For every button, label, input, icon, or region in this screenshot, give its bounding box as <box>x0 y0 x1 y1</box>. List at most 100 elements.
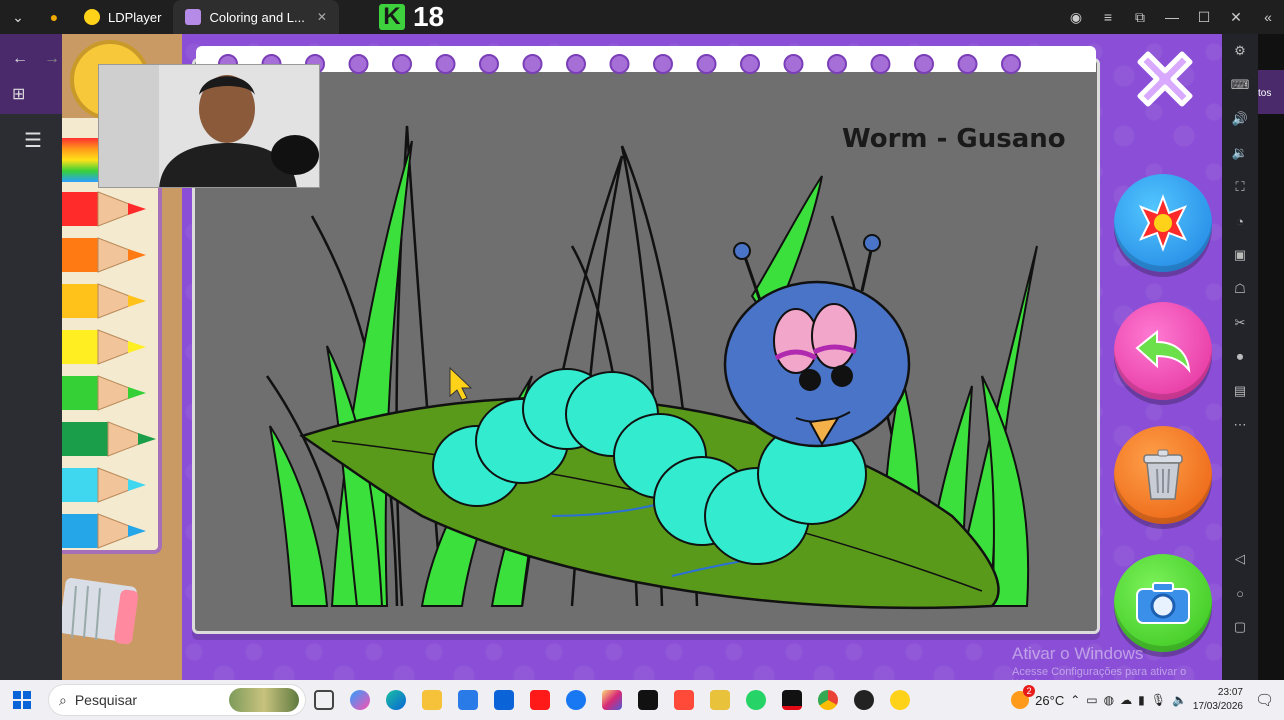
tab-coloring[interactable]: Coloring and L... ✕ <box>173 0 339 34</box>
edge-icon[interactable] <box>378 680 414 720</box>
trash-button[interactable] <box>1114 426 1212 524</box>
spiral-ring <box>957 54 978 74</box>
spiral-ring <box>566 54 586 74</box>
robot-icon[interactable]: ☖ <box>1222 272 1258 306</box>
watermark-line1: Ativar o Windows <box>1012 644 1144 663</box>
keyboard-icon[interactable]: ⌨ <box>1222 68 1258 102</box>
clock[interactable]: 23:07 17/03/2026 <box>1193 686 1243 714</box>
taskbar-search[interactable]: ⌕ Pesquisar <box>48 684 306 716</box>
home-nav-icon[interactable]: ○ <box>1222 576 1258 610</box>
spiral-ring <box>348 54 369 74</box>
spiral-ring <box>783 54 804 74</box>
files-icon[interactable]: ▤ <box>1222 374 1258 408</box>
minimize-button[interactable]: — <box>1156 0 1188 34</box>
title-bar: ⌄ ● LDPlayer Coloring and L... ✕ K 18 ◉ … <box>0 0 1284 34</box>
colour-burst-button[interactable] <box>1114 174 1212 272</box>
crayon[interactable] <box>62 513 146 549</box>
ldplayer-toolbar: ⚙ ⌨ 🔊 🔉 ⛶ ◔ ▣ ☖ ✂ ⏺ ▤ ⋯ ◁ ○ ▢ <box>1222 34 1258 680</box>
screen: ⌄ ● LDPlayer Coloring and L... ✕ K 18 ◉ … <box>0 0 1284 720</box>
windows-activation-watermark: Ativar o Windows Acesse Configurações pa… <box>1012 644 1222 680</box>
crayon[interactable] <box>62 375 146 411</box>
recents-nav-icon[interactable]: ▢ <box>1222 610 1258 644</box>
crayon[interactable] <box>62 191 146 227</box>
tray-usb-icon[interactable]: ▮ <box>1138 693 1145 707</box>
tray-device-icon[interactable]: ▭ <box>1086 693 1097 707</box>
tray-chevron-icon[interactable]: ⌃ <box>1070 693 1080 707</box>
burst-icon <box>1138 194 1188 252</box>
right-strip <box>1258 34 1284 680</box>
tray-network-icon[interactable]: ◍ <box>1104 693 1114 707</box>
tab-label: Coloring and L... <box>209 9 305 25</box>
weather-widget[interactable]: 2 26°C <box>1011 685 1065 709</box>
webcam-overlay <box>98 64 320 188</box>
tab-ldplayer[interactable]: LDPlayer <box>72 0 173 34</box>
collapse-icon[interactable]: « <box>1252 0 1284 34</box>
close-button[interactable] <box>1130 44 1200 114</box>
spiral-ring <box>609 54 630 74</box>
store-icon[interactable] <box>450 680 486 720</box>
back-icon[interactable]: ← <box>12 50 28 68</box>
task-view-icon[interactable] <box>306 680 342 720</box>
x-icon[interactable] <box>630 680 666 720</box>
ldplayer-taskbar-icon[interactable] <box>882 680 918 720</box>
weather-badge: 2 <box>1023 685 1036 697</box>
back-nav-icon[interactable]: ◁ <box>1222 542 1258 576</box>
apk-icon[interactable]: ◔ <box>1222 204 1258 238</box>
crayon[interactable] <box>62 421 156 457</box>
multi-window-icon[interactable]: ▣ <box>1222 238 1258 272</box>
crayon[interactable] <box>62 467 146 503</box>
maximize-button[interactable]: ☐ <box>1188 0 1220 34</box>
record-icon[interactable]: ⏺ <box>1222 340 1258 374</box>
eraser-tool[interactable] <box>62 577 139 645</box>
tray-mic-icon[interactable]: 🎙 <box>1151 693 1166 707</box>
tray-volume-icon[interactable]: 🔈 <box>1172 693 1187 707</box>
settings-icon[interactable]: ⚙ <box>1222 34 1258 68</box>
apps-grid-icon[interactable]: ⊞ <box>12 84 25 104</box>
coloring-canvas[interactable]: Worm - Gusano <box>192 46 1100 634</box>
facebook-icon[interactable] <box>558 680 594 720</box>
crayon[interactable] <box>62 237 146 273</box>
crayon[interactable] <box>62 283 146 319</box>
brave-icon[interactable]: ● <box>36 0 72 34</box>
close-window-button[interactable]: ✕ <box>1220 0 1252 34</box>
mouse-cursor <box>449 366 473 401</box>
file-explorer-icon[interactable] <box>414 680 450 720</box>
fullscreen-icon[interactable]: ⧉ <box>1124 0 1156 34</box>
account-icon[interactable]: ◉ <box>1060 0 1092 34</box>
start-button[interactable] <box>0 680 44 720</box>
forward-icon[interactable]: → <box>44 50 60 68</box>
volume-down-icon[interactable]: 🔉 <box>1222 136 1258 170</box>
volume-up-icon[interactable]: 🔊 <box>1222 102 1258 136</box>
weather-temp: 26°C <box>1035 692 1065 708</box>
spiral-ring <box>522 54 543 74</box>
close-icon[interactable]: ✕ <box>317 10 327 24</box>
outlook-icon[interactable] <box>486 680 522 720</box>
trash-can-icon <box>1143 449 1183 500</box>
notes-icon[interactable] <box>702 680 738 720</box>
crayon[interactable] <box>62 329 146 365</box>
screen-crop-icon[interactable]: ⛶ <box>1222 170 1258 204</box>
tray-cloud-icon[interactable]: ☁ <box>1120 693 1132 707</box>
rainbow-crayon[interactable] <box>62 138 102 182</box>
notification-icon[interactable]: 🗨 <box>1255 691 1274 709</box>
browser-left-purple <box>0 34 62 114</box>
camera-button[interactable] <box>1114 554 1212 652</box>
whatsapp-icon[interactable] <box>738 680 774 720</box>
clock-date: 17/03/2026 <box>1192 701 1243 712</box>
game-app-icon[interactable] <box>846 680 882 720</box>
instagram-icon[interactable] <box>594 680 630 720</box>
menu-icon[interactable]: ≡ <box>1092 0 1124 34</box>
search-icon: ⌕ <box>59 691 67 708</box>
gift-app-icon[interactable] <box>666 680 702 720</box>
spiral-ring <box>1001 54 1021 74</box>
scissors-icon[interactable]: ✂ <box>1222 306 1258 340</box>
undo-button[interactable] <box>1114 302 1212 400</box>
tab-menu-button[interactable]: ⌄ <box>0 0 36 34</box>
netflix-icon[interactable] <box>774 680 810 720</box>
more-icon[interactable]: ⋯ <box>1222 408 1258 442</box>
copilot-icon[interactable] <box>342 680 378 720</box>
youtube-icon[interactable] <box>522 680 558 720</box>
spiral-ring <box>870 54 891 74</box>
hamburger-menu-icon[interactable]: ☰ <box>24 128 42 153</box>
chrome-icon[interactable] <box>810 680 846 720</box>
